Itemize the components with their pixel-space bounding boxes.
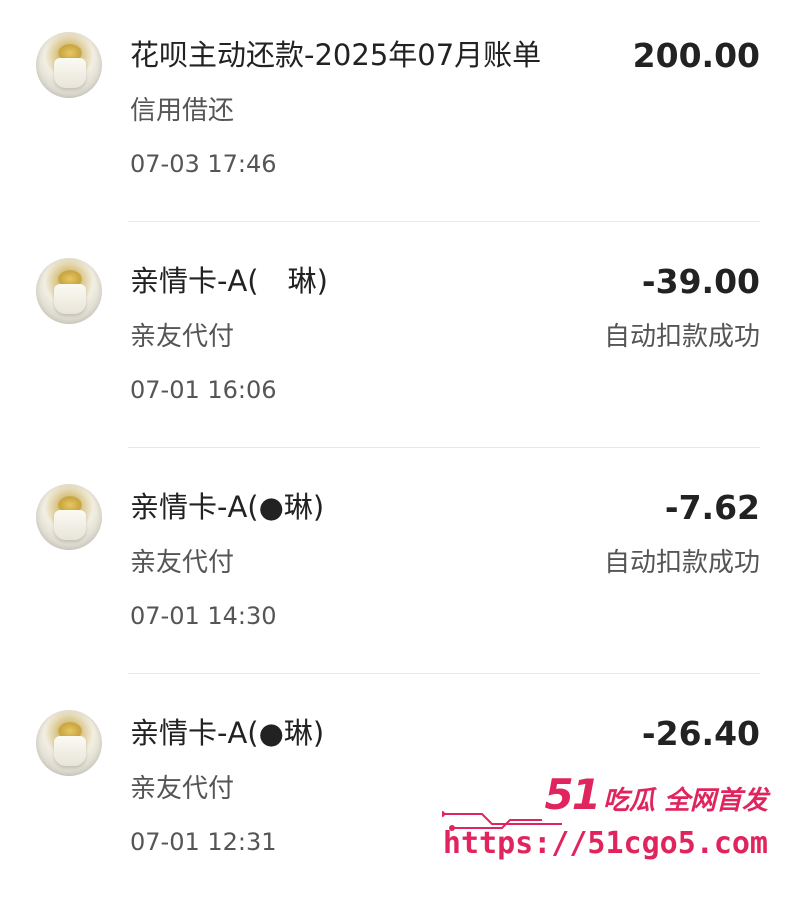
avatar bbox=[36, 32, 102, 98]
transaction-time: 07-01 16:06 bbox=[130, 376, 277, 404]
transaction-category: 亲友代付 bbox=[130, 322, 235, 352]
transaction-category: 亲友代付 bbox=[130, 548, 235, 578]
transaction-list: 花呗主动还款-2025年07月账单 信用借还 07-03 17:46 200.0… bbox=[0, 0, 800, 888]
transaction-status: 自动扣款成功 bbox=[603, 548, 760, 578]
watermark: 51 吃瓜 全网首发 https://51cgo5.com bbox=[442, 766, 772, 876]
transaction-title: 亲情卡-A(●琳) bbox=[130, 490, 325, 524]
avatar bbox=[36, 484, 102, 550]
watermark-text: 吃瓜 全网首发 bbox=[602, 786, 768, 816]
transaction-row[interactable]: 亲情卡-A(●琳) 亲友代付 07-01 14:30 -7.62 自动扣款成功 bbox=[0, 452, 800, 672]
transaction-row[interactable]: 花呗主动还款-2025年07月账单 信用借还 07-03 17:46 200.0… bbox=[0, 0, 800, 220]
watermark-url: https://51cgo5.com bbox=[442, 826, 768, 861]
transaction-category: 亲友代付 bbox=[130, 774, 235, 804]
transaction-status: 自动扣款成功 bbox=[603, 322, 760, 352]
cake-icon bbox=[54, 736, 86, 766]
transaction-row[interactable]: 亲情卡-A( 琳) 亲友代付 07-01 16:06 -39.00 自动扣款成功 bbox=[0, 226, 800, 446]
cake-icon bbox=[54, 510, 86, 540]
transaction-time: 07-03 17:46 bbox=[130, 150, 277, 178]
divider bbox=[128, 221, 760, 222]
transaction-time: 07-01 12:31 bbox=[130, 828, 277, 856]
transaction-time: 07-01 14:30 bbox=[130, 602, 277, 630]
transaction-category: 信用借还 bbox=[130, 96, 235, 126]
avatar bbox=[36, 258, 102, 324]
transaction-amount: -39.00 bbox=[641, 262, 760, 301]
transaction-amount: -26.40 bbox=[641, 714, 760, 753]
transaction-title: 亲情卡-A( 琳) bbox=[130, 264, 328, 298]
watermark-logo: 51 吃瓜 全网首发 bbox=[544, 770, 768, 819]
avatar bbox=[36, 710, 102, 776]
transaction-title: 亲情卡-A(●琳) bbox=[130, 716, 325, 750]
watermark-number: 51 bbox=[544, 770, 600, 819]
transaction-amount: 200.00 bbox=[632, 36, 760, 75]
transaction-title: 花呗主动还款-2025年07月账单 bbox=[130, 38, 542, 72]
transaction-amount: -7.62 bbox=[664, 488, 760, 527]
cake-icon bbox=[54, 58, 86, 88]
cake-icon bbox=[54, 284, 86, 314]
divider bbox=[128, 447, 760, 448]
divider bbox=[128, 673, 760, 674]
